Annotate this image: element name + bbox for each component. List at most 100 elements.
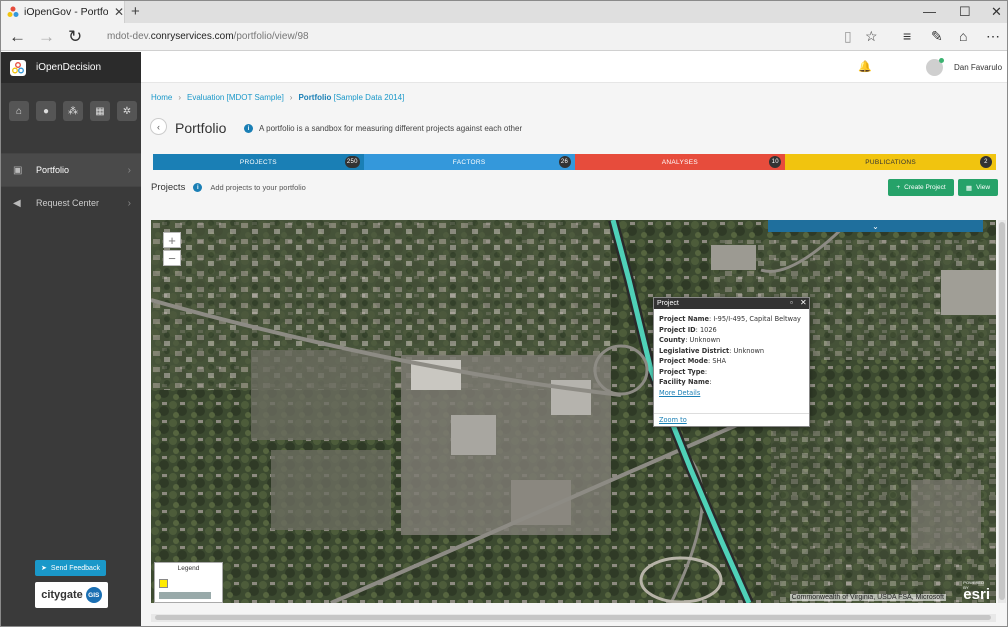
legend-title: Legend [177,565,200,572]
browser-window: iOpenGov - Portfolio Vi ✕ + — ☐ ✕ ← → ↻ … [0,0,1008,627]
horizontal-scrollbar[interactable] [151,614,996,622]
tab-analyses[interactable]: ANALYSES 10 [574,154,786,170]
project-popup: Project ▫ ✕ Project Name: I-95/I-495, Ca… [653,297,810,427]
calendar-icon[interactable]: ▦ [90,101,110,121]
sidebar-item-label: Portfolio [36,165,70,175]
zoom-in-button[interactable]: + [163,232,181,248]
minimize-icon[interactable]: — [923,4,936,19]
map[interactable]: + − ⌄ Project ▫ ✕ Project Name: I-95/I-4… [151,220,996,603]
avatar[interactable] [926,58,944,76]
tab-projects[interactable]: PROJECTS 250 [153,154,364,170]
projects-subtitle: Add projects to your portfolio [210,183,306,192]
map-attribution: Commonwealth of Virginia, USDA FSA, Micr… [789,594,946,601]
sidebar-item-request-center[interactable]: ◀ Request Center › [1,186,141,219]
reading-view-icon[interactable]: ▯ [844,28,852,45]
app-logo-icon [10,59,26,76]
breadcrumb: Home › Evaluation [MDOT Sample] › Portfo… [151,93,404,102]
briefcase-icon: ▣ [13,164,23,176]
plus-icon: + [896,184,901,191]
app-favicon-icon [7,6,19,18]
send-feedback-button[interactable]: ➤ Send Feedback [35,560,106,576]
chevron-right-icon: › [127,164,131,176]
vertical-scrollbar[interactable] [998,220,1006,603]
breadcrumb-current: Portfolio [Sample Data 2014] [298,93,405,102]
online-status-icon [939,58,944,63]
maximize-icon[interactable]: ☐ [959,4,971,20]
tab-factors[interactable]: FACTORS 26 [363,154,575,170]
user-icon[interactable]: ● [36,101,56,121]
user-name[interactable]: Dan Favarulo [954,63,1002,72]
projects-title: Projects [151,182,186,193]
field-facility-name: Facility Name: [659,378,712,386]
favorite-star-icon[interactable]: ☆ [865,28,878,45]
gear-icon[interactable]: ✲ [117,101,137,121]
back-icon[interactable]: ← [9,27,26,47]
hub-icon[interactable]: ≡ [903,28,911,44]
more-details-link[interactable]: More Details [659,388,804,399]
satellite-imagery [151,220,996,603]
field-project-name: Project Name: I-95/I-495, Capital Beltwa… [659,315,801,323]
breadcrumb-evaluation[interactable]: Evaluation [MDOT Sample] [187,93,284,102]
refresh-icon[interactable]: ↻ [68,27,82,47]
popup-header: Project ▫ ✕ [654,298,809,309]
chevron-right-icon: › [127,197,131,209]
zoom-to-footer: Zoom to [654,413,809,426]
info-icon: i [244,124,253,133]
brand[interactable]: iOpenDecision [1,52,141,83]
create-project-button[interactable]: + Create Project [888,179,954,196]
page-title: Portfolio [175,120,227,136]
breadcrumb-home[interactable]: Home [151,93,172,102]
forward-icon[interactable]: → [38,27,55,47]
chevron-down-icon: ⌄ [872,221,879,231]
megaphone-icon: ◀ [13,197,21,209]
tab-title: iOpenGov - Portfolio Vi [24,6,108,18]
close-icon[interactable]: ✕ [800,298,807,307]
citygate-logo: citygate GIS [35,582,108,608]
browser-tab[interactable]: iOpenGov - Portfolio Vi ✕ [1,1,125,23]
top-bar: 🔔 Dan Favarulo [141,52,1007,83]
field-legislative-district: Legislative District: Unknown [659,346,765,355]
legend-swatch [159,579,168,588]
quick-icons: ⌂ ● ⁂ ▦ ✲ [1,83,141,153]
web-note-icon[interactable]: ✎ [931,28,943,45]
field-project-mode: Project Mode: SHA [659,357,726,365]
back-button[interactable]: ‹ [150,118,167,135]
group-icon[interactable]: ⁂ [63,101,83,121]
tab-bar: iOpenGov - Portfolio Vi ✕ + — ☐ ✕ [1,1,1007,23]
maximize-icon[interactable]: ▫ [790,298,793,307]
tab-publications[interactable]: PUBLICATIONS 2 [785,154,996,170]
notification-bell-icon[interactable]: 🔔 [858,60,872,73]
close-tab-icon[interactable]: ✕ [114,5,124,19]
info-icon: i [193,183,203,192]
zoom-out-button[interactable]: − [163,250,181,266]
breadcrumb-separator-icon: › [178,93,182,102]
view-button[interactable]: ▦ View [958,179,998,196]
field-project-type: Project Type: [659,367,708,376]
sidebar-item-portfolio[interactable]: ▣ Portfolio › [1,153,141,186]
esri-logo: POWERED BY esri [963,580,990,603]
address-bar: ← → ↻ mdot-dev.conryservices.com/portfol… [1,23,1007,51]
close-window-icon[interactable]: ✕ [991,4,1002,20]
count-badge: 26 [558,156,571,168]
count-badge: 10 [769,156,782,168]
new-tab-icon[interactable]: + [131,3,140,20]
portfolio-tabs: PROJECTS 250 FACTORS 26 ANALYSES 10 PUBLICA… [153,154,996,170]
grid-icon: ▦ [965,184,973,192]
sidebar-item-label: Request Center [36,198,100,208]
projects-header: Projects i Add projects to your portfoli… [151,182,306,193]
count-badge: 250 [344,156,360,168]
app: iOpenDecision ⌂ ● ⁂ ▦ ✲ ▣ Portfolio › ◀ … [1,52,1007,626]
legend-swatch [159,592,211,599]
zoom-to-link[interactable]: Zoom to [659,416,687,424]
home-icon[interactable]: ⌂ [9,101,29,121]
url-field[interactable]: mdot-dev.conryservices.com/portfolio/vie… [107,31,309,42]
map-legend: Legend [154,562,223,603]
page-description: i A portfolio is a sandbox for measuring… [244,124,522,133]
app-name: iOpenDecision [36,62,102,73]
panel-toggle-button[interactable]: ⌄ [768,220,983,232]
popup-title: Project [657,300,679,307]
more-icon[interactable]: ⋯ [986,28,1000,45]
field-project-id: Project ID: 1026 [659,325,717,334]
share-icon[interactable]: ⌂ [959,28,967,44]
paper-plane-icon: ➤ [41,565,47,572]
